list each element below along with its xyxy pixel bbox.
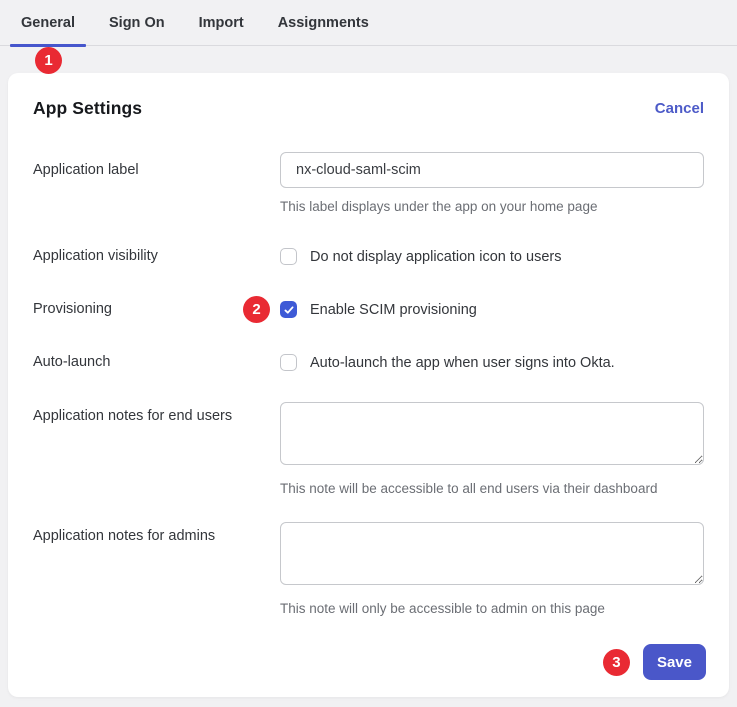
auto-launch-checkbox[interactable] — [280, 354, 297, 371]
application-visibility-label: Application visibility — [33, 248, 280, 264]
enable-scim-checkbox[interactable] — [280, 301, 297, 318]
page-title: App Settings — [33, 98, 142, 119]
notes-end-users-help: This note will be accessible to all end … — [280, 481, 704, 496]
save-button[interactable]: Save — [643, 644, 706, 680]
annotation-badge-3: 3 — [603, 649, 630, 676]
cancel-link[interactable]: Cancel — [655, 100, 704, 117]
notes-admins-textarea[interactable] — [280, 522, 704, 585]
notes-admins-label: Application notes for admins — [33, 522, 280, 544]
row-application-label: Application label This label displays un… — [8, 152, 729, 214]
tab-assignments[interactable]: Assignments — [267, 0, 380, 45]
auto-launch-checkbox-label: Auto-launch the app when user signs into… — [310, 355, 615, 371]
tab-general[interactable]: General — [10, 0, 86, 45]
row-notes-end-users: Application notes for end users This not… — [8, 402, 729, 496]
application-label-input[interactable] — [280, 152, 704, 188]
row-application-visibility: Application visibility Do not display ap… — [8, 248, 729, 265]
annotation-badge-2: 2 — [243, 296, 270, 323]
row-notes-admins: Application notes for admins This note w… — [8, 522, 729, 616]
notes-end-users-textarea[interactable] — [280, 402, 704, 465]
application-visibility-checkbox[interactable] — [280, 248, 297, 265]
notes-admins-help: This note will only be accessible to adm… — [280, 601, 704, 616]
row-auto-launch: Auto-launch Auto-launch the app when use… — [8, 354, 729, 371]
app-settings-card: App Settings Cancel Application label Th… — [8, 73, 729, 697]
tab-import[interactable]: Import — [188, 0, 255, 45]
tab-sign-on[interactable]: Sign On — [98, 0, 176, 45]
card-header: App Settings Cancel — [8, 73, 729, 119]
application-visibility-checkbox-label: Do not display application icon to users — [310, 249, 561, 265]
notes-end-users-label: Application notes for end users — [33, 402, 280, 424]
application-label-help: This label displays under the app on you… — [280, 199, 704, 214]
checkmark-icon — [283, 304, 295, 316]
enable-scim-checkbox-label: Enable SCIM provisioning — [310, 302, 477, 318]
row-provisioning: Provisioning 2 Enable SCIM provisioning — [8, 301, 729, 318]
annotation-badge-1: 1 — [35, 47, 62, 74]
tab-bar: General Sign On Import Assignments — [0, 0, 737, 46]
auto-launch-label: Auto-launch — [33, 354, 280, 370]
application-label-label: Application label — [33, 152, 280, 178]
card-footer: 3 Save — [603, 644, 706, 680]
